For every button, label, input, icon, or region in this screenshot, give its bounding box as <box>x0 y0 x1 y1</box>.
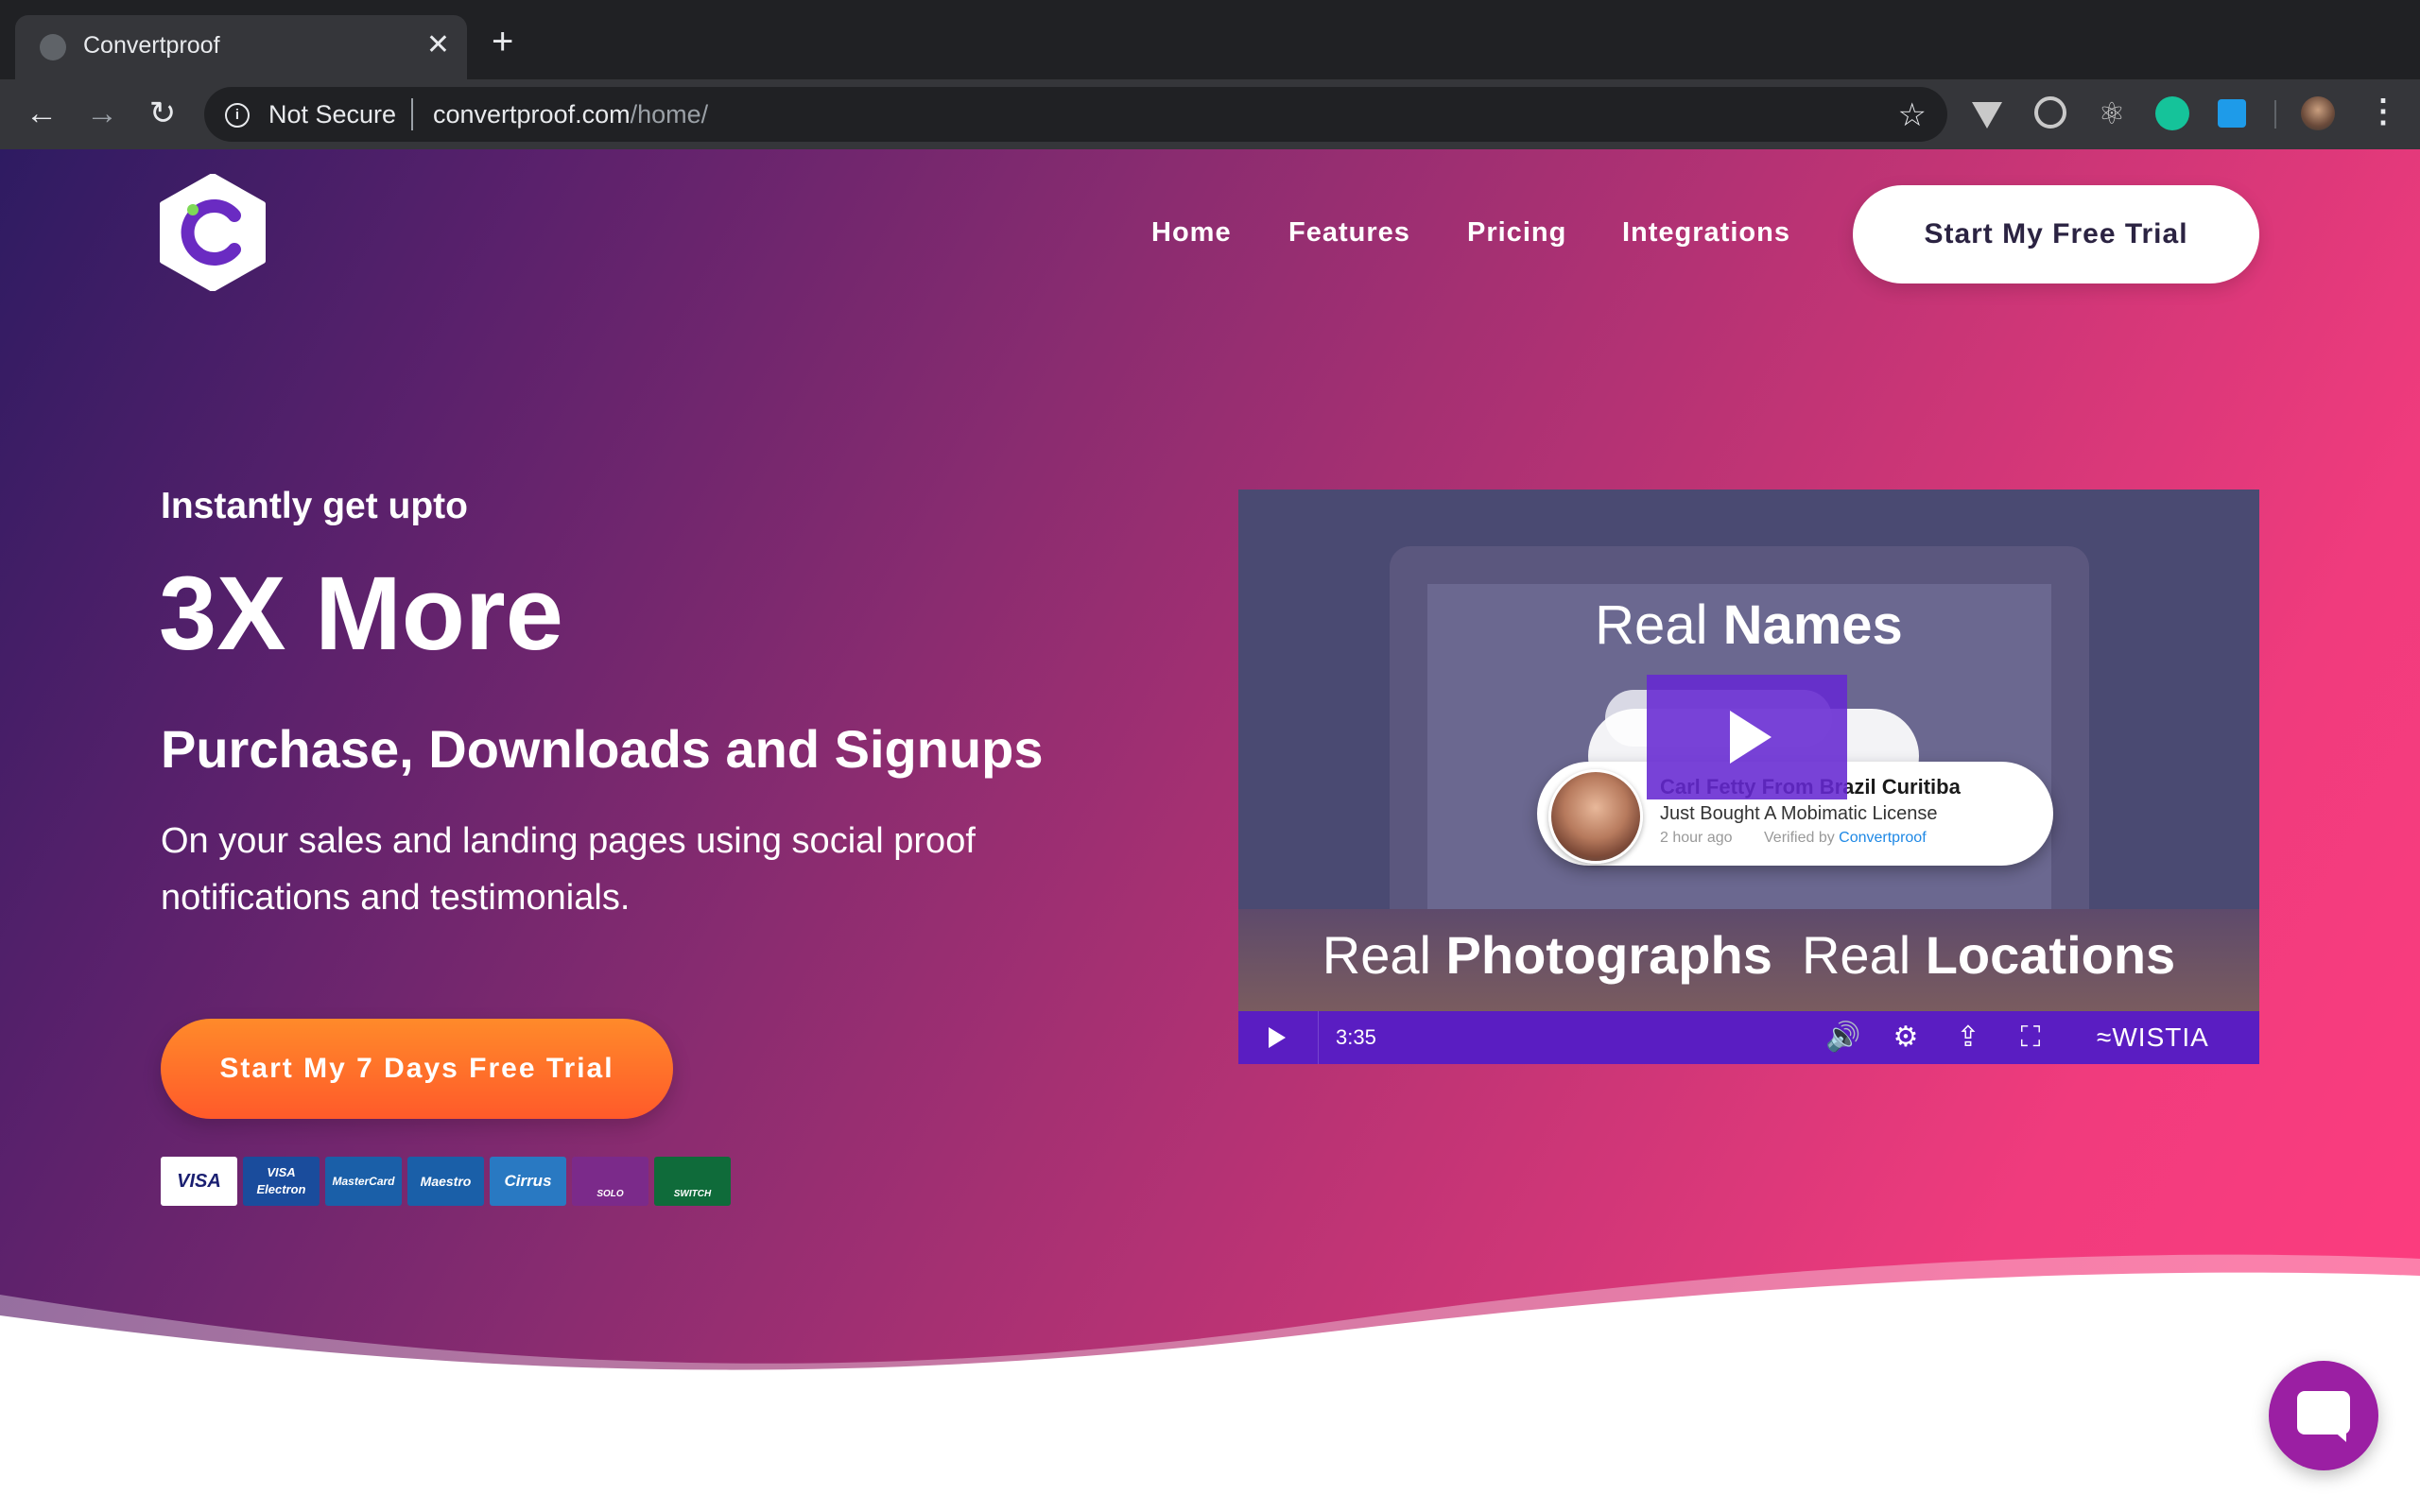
reload-icon[interactable]: ↻ <box>144 94 182 132</box>
url-path: /home/ <box>630 100 709 129</box>
start-free-trial-button[interactable]: Start My Free Trial <box>1853 185 2259 284</box>
address-separator <box>411 98 413 130</box>
notification-verified: Verified by Convertproof <box>1764 830 1927 847</box>
fullscreen-icon[interactable]: ⛶ <box>2012 1021 2049 1055</box>
video-big-play-button[interactable] <box>1647 675 1847 799</box>
close-tab-icon[interactable]: ✕ <box>426 28 450 62</box>
switch-card-icon: SWITCH <box>654 1157 731 1206</box>
back-arrow-icon[interactable]: ← <box>23 94 60 132</box>
video-duration: 3:35 <box>1336 1025 1376 1049</box>
bookmark-star-icon[interactable]: ☆ <box>1898 96 1927 134</box>
address-bar[interactable]: i Not Secure convertproof.com/home/ ☆ <box>204 87 1947 142</box>
play-icon <box>1269 1027 1286 1048</box>
globe-icon <box>40 34 66 60</box>
chat-widget-button[interactable] <box>2269 1361 2378 1470</box>
share-extension-icon[interactable] <box>2218 99 2246 128</box>
video-caption-names: Real Names <box>1238 593 2259 657</box>
hero-body-text: On your sales and landing pages using so… <box>161 821 976 918</box>
caption-bold: Locations <box>1925 925 2176 985</box>
target-extension-icon[interactable] <box>2034 96 2066 129</box>
profile-avatar[interactable] <box>2301 96 2335 130</box>
video-caption-photos-locations: Real Photographs Real Locations <box>1238 924 2259 986</box>
new-tab-icon[interactable]: + <box>492 23 513 60</box>
forward-arrow-icon[interactable]: → <box>83 94 121 132</box>
caption-bold: Names <box>1722 594 1903 656</box>
video-control-bar: 3:35 🔊 ⚙ ⇪ ⛶ ≈WISTIA <box>1238 1011 2259 1064</box>
notification-time: 2 hour ago <box>1660 830 1733 846</box>
mastercard-card-icon: MasterCard <box>325 1157 402 1206</box>
customer-avatar <box>1548 769 1643 864</box>
video-player[interactable]: Real Names Carl Fetty From Brazil Curiti… <box>1238 490 2259 1064</box>
maestro-card-icon: Maestro <box>407 1157 484 1206</box>
share-icon[interactable]: ⇪ <box>1949 1021 1987 1055</box>
cirrus-card-icon: Cirrus <box>490 1157 566 1206</box>
hero-wave-divider <box>0 1254 2420 1512</box>
vue-devtools-icon[interactable] <box>1972 102 2002 129</box>
play-icon <box>1730 711 1772 764</box>
nav-pricing[interactable]: Pricing <box>1467 217 1566 249</box>
browser-tab-bar: Convertproof ✕ + <box>0 0 2420 79</box>
nav-features[interactable]: Features <box>1288 217 1410 249</box>
chat-icon-tail <box>2331 1429 2346 1442</box>
tab-title: Convertproof <box>83 32 220 59</box>
caption-light: Real <box>1772 925 1926 985</box>
visa-card-icon: VISA <box>161 1157 237 1206</box>
grammarly-icon[interactable] <box>2155 96 2189 130</box>
verified-brand: Convertproof <box>1839 830 1927 846</box>
hero-subhead: Purchase, Downloads and Signups <box>161 719 1044 779</box>
hero-kicker: Instantly get upto <box>161 486 468 526</box>
hero-headline: 3X More <box>159 556 563 672</box>
url-text[interactable]: convertproof.com/home/ <box>433 100 708 129</box>
browser-menu-icon[interactable]: ⋮ <box>2367 93 2399 130</box>
info-icon[interactable]: i <box>225 103 250 128</box>
verified-prefix: Verified by <box>1764 830 1840 846</box>
toolbar-divider <box>2274 100 2276 129</box>
nav-home[interactable]: Home <box>1151 217 1232 249</box>
caption-light: Real <box>1322 925 1446 985</box>
settings-gear-icon[interactable]: ⚙ <box>1887 1021 1925 1055</box>
browser-tab[interactable]: Convertproof ✕ <box>15 15 467 79</box>
hero-section: Home Features Pricing Integrations Start… <box>0 149 2420 1512</box>
convertproof-logo[interactable] <box>159 174 267 291</box>
notification-action: Just Bought A Mobimatic License <box>1660 803 1938 824</box>
volume-icon[interactable]: 🔊 <box>1824 1021 1862 1055</box>
browser-toolbar: ← → ↻ i Not Secure convertproof.com/home… <box>0 79 2420 149</box>
wistia-logo[interactable]: ≈WISTIA <box>2097 1022 2209 1053</box>
video-play-button[interactable] <box>1238 1011 1319 1064</box>
security-label[interactable]: Not Secure <box>268 100 396 129</box>
url-host: convertproof.com <box>433 100 631 129</box>
solo-card-icon: SOLO <box>572 1157 648 1206</box>
caption-light: Real <box>1595 594 1723 656</box>
caption-bold: Photographs <box>1445 925 1772 985</box>
visa-electron-card-icon: VISA Electron <box>243 1157 320 1206</box>
react-devtools-icon[interactable]: ⚛ <box>2095 96 2129 130</box>
nav-integrations[interactable]: Integrations <box>1622 217 1790 249</box>
wistia-label: WISTIA <box>2112 1022 2209 1052</box>
start-7-day-trial-button[interactable]: Start My 7 Days Free Trial <box>161 1019 673 1119</box>
